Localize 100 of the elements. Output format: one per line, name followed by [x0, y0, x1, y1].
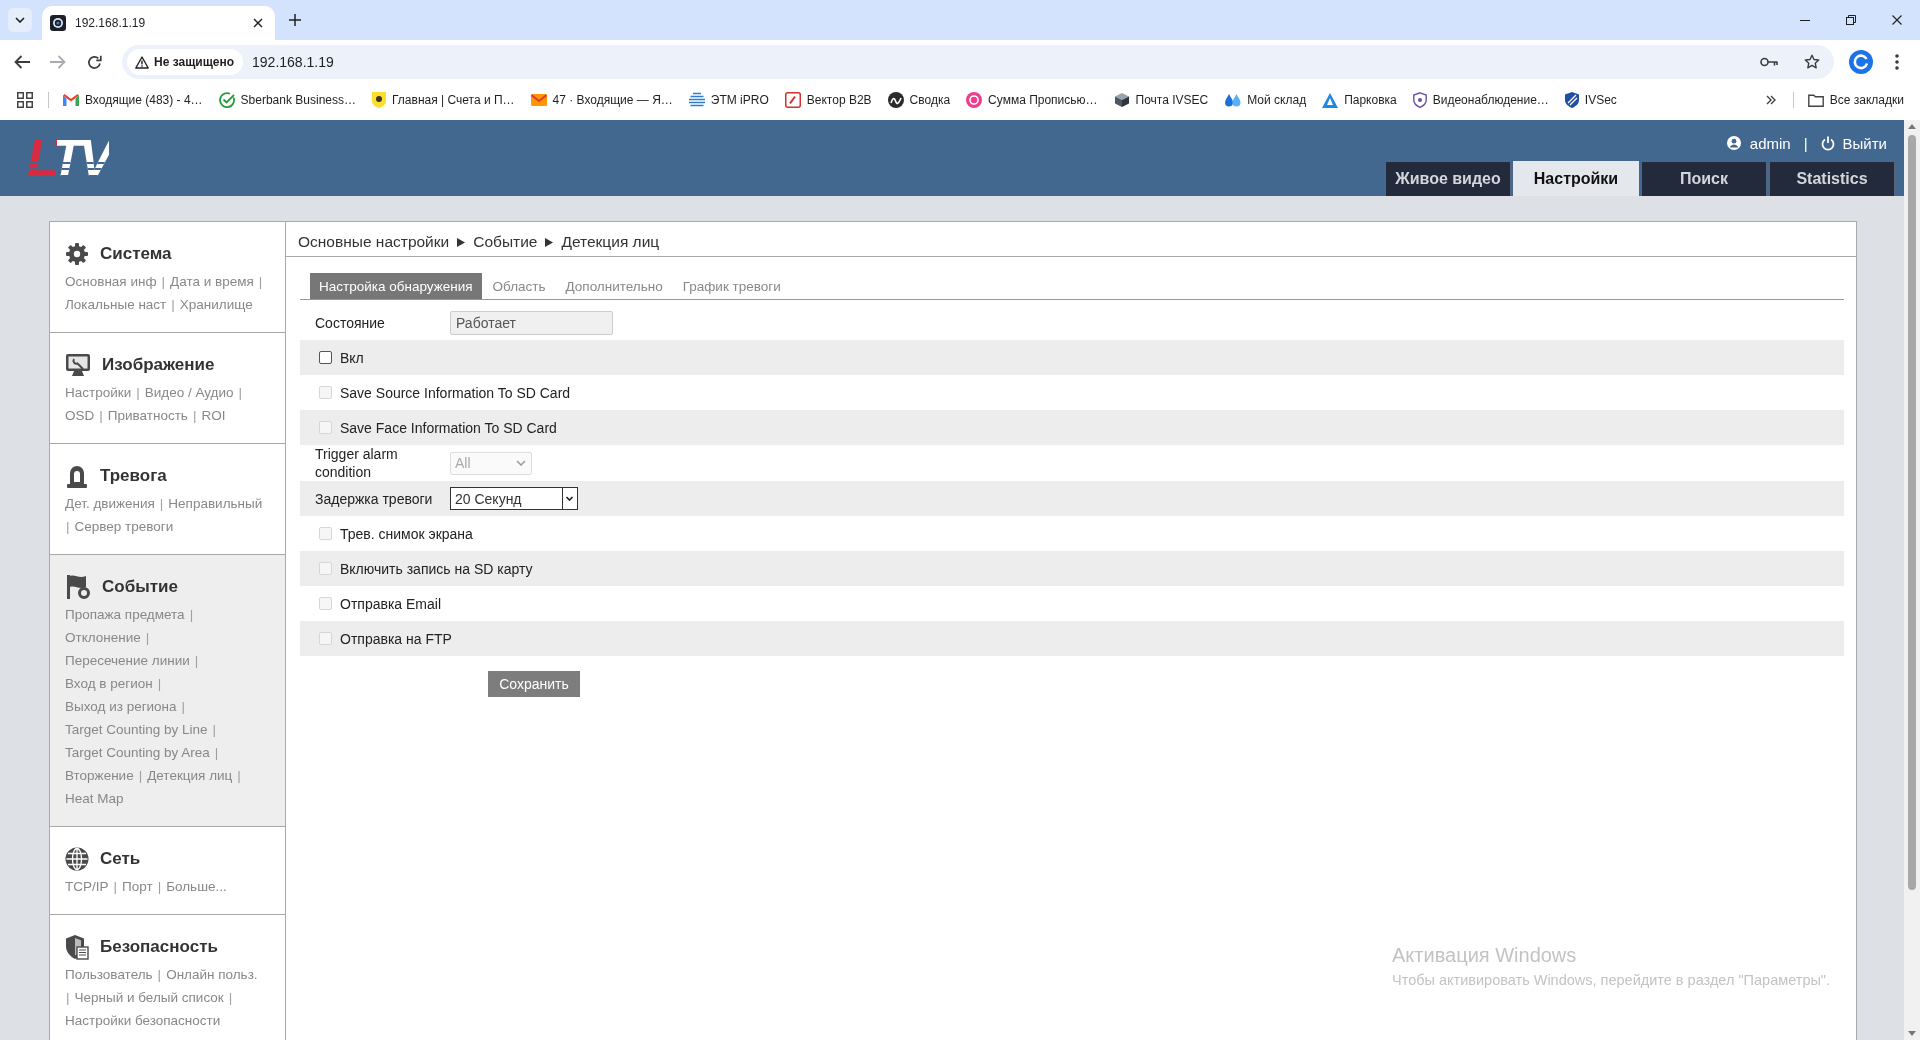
sidebar-link[interactable]: Черный и белый список — [74, 990, 224, 1005]
tab[interactable]: Настройка обнаружения — [310, 273, 482, 299]
sidebar-link[interactable]: Отклонение — [65, 630, 141, 645]
bookmark[interactable]: 47 · Входящие — Я… — [524, 86, 679, 114]
sidebar-link[interactable]: TCP/IP — [65, 879, 109, 894]
dropdown[interactable]: 20 Секунд — [450, 487, 578, 510]
tab[interactable]: График тревоги — [673, 273, 790, 299]
sidebar-link[interactable]: Target Counting by Line — [65, 722, 208, 737]
bookmark[interactable]: Входящие (483) - 4… — [57, 86, 209, 114]
minimize-icon[interactable] — [1800, 19, 1810, 21]
sidebar-link[interactable]: Основная инф — [65, 274, 157, 289]
scroll-down-icon[interactable] — [1908, 1031, 1916, 1036]
sidebar-link[interactable]: Дет. движения — [65, 496, 155, 511]
sidebar-link[interactable]: Больше... — [166, 879, 227, 894]
power-icon — [1820, 135, 1835, 151]
beacon-icon — [65, 463, 89, 489]
profile-icon[interactable] — [1849, 50, 1873, 74]
checkbox[interactable] — [319, 351, 332, 364]
close-icon[interactable] — [253, 18, 263, 28]
link-separator: | — [194, 653, 199, 668]
camera-icon — [50, 15, 66, 31]
bookmark[interactable]: Сумма Прописью… — [960, 86, 1104, 114]
sidebar-link[interactable]: Пропажа предмета — [65, 607, 185, 622]
apps-icon[interactable] — [17, 92, 33, 108]
plus-icon[interactable] — [289, 14, 301, 26]
bookmark[interactable]: Вектор B2B — [778, 86, 878, 114]
chevron-double-icon[interactable] — [1765, 95, 1776, 105]
restore-icon[interactable] — [1846, 15, 1856, 25]
scroll-up-icon[interactable] — [1908, 124, 1916, 129]
bookmark[interactable]: Главная | Счета и П… — [366, 86, 521, 114]
envelope-icon — [530, 94, 547, 106]
link-separator: | — [228, 990, 233, 1005]
nav-tab[interactable]: Поиск — [1641, 161, 1767, 196]
address-bar[interactable]: Не защищено 192.168.1.19 — [122, 45, 1834, 79]
bookmark[interactable]: Мой склад — [1218, 86, 1313, 114]
more-icon[interactable] — [1895, 54, 1899, 70]
bookmark-folder[interactable]: Все закладки — [1801, 86, 1910, 114]
sidebar-link[interactable]: ROI — [201, 408, 226, 423]
key-icon[interactable] — [1760, 57, 1778, 67]
bookmark[interactable]: Sberbank Business… — [212, 86, 362, 114]
sidebar-link[interactable]: Выход из региона — [65, 699, 177, 714]
sidebar-link[interactable]: Видео / Аудио — [144, 385, 234, 400]
logout-link[interactable]: Выйти — [1820, 134, 1887, 152]
sidebar-link[interactable]: OSD — [65, 408, 95, 423]
section-title[interactable]: Система — [100, 244, 172, 264]
section-title[interactable]: Тревога — [100, 466, 167, 486]
security-chip[interactable]: Не защищено — [127, 49, 244, 75]
bookmark[interactable]: IVSec — [1558, 86, 1623, 114]
bookmark[interactable]: Видеонаблюдение… — [1406, 86, 1555, 114]
section-title[interactable]: Изображение — [102, 355, 215, 375]
back-icon[interactable] — [14, 55, 30, 69]
bookmark[interactable]: Сводка — [881, 86, 957, 114]
sidebar-link[interactable]: Настройки — [65, 385, 132, 400]
check-circle-icon — [218, 92, 235, 108]
scrollbar-thumb[interactable] — [1908, 135, 1916, 890]
nav-tab[interactable]: Живое видео — [1385, 161, 1511, 196]
sidebar-link[interactable]: Детекция лиц — [147, 768, 233, 783]
sidebar-link[interactable]: Heat Map — [65, 791, 124, 806]
sidebar-link[interactable]: Настройки безопасности — [65, 1013, 221, 1028]
monitor-icon — [65, 353, 91, 377]
sidebar-link[interactable]: Пересечение линии — [65, 653, 190, 668]
bookmark[interactable]: Почта IVSEC — [1107, 86, 1215, 114]
section-title[interactable]: Событие — [102, 577, 178, 597]
sidebar-link[interactable]: Вход в регион — [65, 676, 153, 691]
bookmark[interactable]: ЭТМ iPRO — [682, 86, 775, 114]
section-title[interactable]: Сеть — [100, 849, 141, 869]
sidebar-link[interactable]: Приватность — [107, 408, 188, 423]
section-title[interactable]: Безопасность — [100, 937, 218, 957]
link-separator: | — [161, 274, 166, 289]
reload-icon[interactable] — [86, 54, 102, 70]
link-separator: | — [113, 879, 118, 894]
star-icon[interactable] — [1804, 54, 1820, 70]
breadcrumb-item: Детекция лиц — [561, 233, 660, 251]
tab[interactable]: Область — [483, 273, 555, 299]
activation-title: Активация Windows — [1392, 944, 1578, 967]
link-separator: | — [145, 630, 150, 645]
checkbox-label: Отправка Email — [340, 595, 441, 612]
link-separator: | — [66, 519, 70, 534]
url-text[interactable]: 192.168.1.19 — [252, 54, 334, 70]
sidebar-link[interactable]: Дата и время — [170, 274, 254, 289]
sidebar-link[interactable]: Target Counting by Area — [65, 745, 210, 760]
nav-tab[interactable]: Statistics — [1769, 161, 1895, 196]
save-button[interactable]: Сохранить — [488, 671, 580, 697]
nav-tab[interactable]: Настройки — [1513, 161, 1639, 196]
link-separator: | — [171, 297, 175, 312]
tab[interactable]: Дополнительно — [556, 273, 672, 299]
link-separator: | — [212, 722, 217, 737]
sidebar-link[interactable]: Пользователь — [65, 967, 153, 982]
sidebar-link[interactable]: Сервер тревоги — [74, 519, 174, 534]
sidebar-link[interactable]: Локальные наст — [65, 297, 167, 312]
sidebar-link[interactable]: Порт — [122, 879, 153, 894]
sidebar-link[interactable]: Онлайн польз. — [166, 967, 258, 982]
bookmark[interactable]: Парковка — [1316, 86, 1403, 114]
caret-icon — [516, 460, 526, 466]
sidebar-link[interactable]: Неправильный — [168, 496, 263, 511]
sidebar-link[interactable]: Вторжение — [65, 768, 134, 783]
sidebar-link[interactable]: Хранилище — [179, 297, 253, 312]
tab-list-button[interactable] — [8, 8, 32, 32]
close-icon[interactable] — [1892, 15, 1902, 25]
browser-tab[interactable]: 192.168.1.19 — [42, 6, 275, 40]
